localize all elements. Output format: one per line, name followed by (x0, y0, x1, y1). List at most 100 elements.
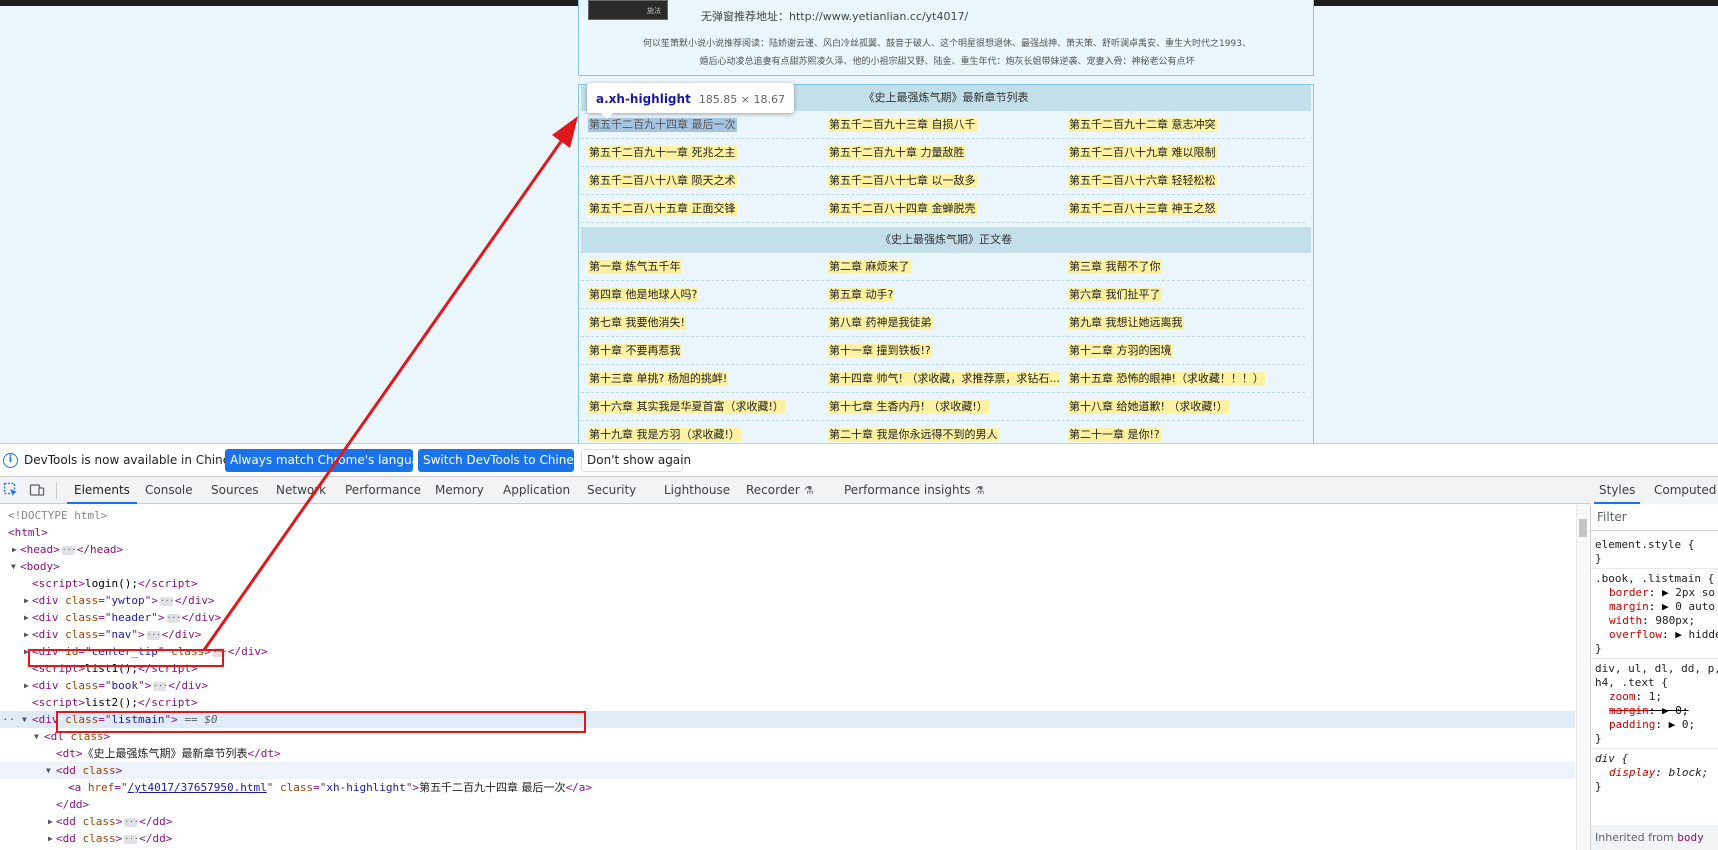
dom-line-dd-collapsed[interactable]: ▶ <dd class> ···</dd> (0, 830, 1575, 847)
chapter-link[interactable]: 第十七章 生香内丹! （求收藏!） (828, 400, 989, 414)
dom-line-html[interactable]: <html> (0, 524, 1575, 541)
switch-to-chinese-button[interactable]: Switch DevTools to Chinese (418, 449, 587, 472)
tab-application[interactable]: Application (503, 477, 570, 504)
tooltip-element-size: 185.85 × 18.67 (698, 93, 786, 106)
dom-line-dd-collapsed[interactable]: ▶ <dd class> ···</dd> (0, 813, 1575, 830)
chapter-link[interactable]: 第五千二百九十一章 死兆之主 (588, 146, 737, 160)
chapter-row: 第十六章 其实我是华夏首富（求收藏!） 第十七章 生香内丹! （求收藏!） 第十… (581, 393, 1305, 421)
chapter-link[interactable]: 第九章 我想让她远离我 (1068, 316, 1184, 330)
chapter-link[interactable]: 第三章 我帮不了你 (1068, 260, 1162, 274)
dom-line-div-header[interactable]: ▶ <div class="header"> ···</div> (0, 609, 1575, 626)
chapter-link[interactable]: 第五千二百八十五章 正面交锋 (588, 202, 737, 216)
style-rule-div-ua[interactable]: div { (1595, 752, 1628, 766)
collapsed-ellipsis-icon[interactable]: ··· (124, 817, 139, 827)
tab-memory[interactable]: Memory (435, 477, 484, 504)
expand-triangle-icon[interactable]: ▶ (48, 813, 53, 830)
dom-line-doctype[interactable]: <!DOCTYPE html> (0, 507, 1575, 524)
collapsed-ellipsis-icon[interactable]: ··· (166, 613, 181, 623)
tab-elements[interactable]: Elements (67, 477, 137, 504)
expand-triangle-icon[interactable]: ▶ (24, 626, 29, 643)
elements-scrollbar[interactable] (1576, 505, 1589, 850)
tab-performance[interactable]: Performance (345, 477, 421, 504)
chapter-link[interactable]: 第五千二百九十三章 自损八千 (828, 118, 977, 132)
chapter-link[interactable]: 第二十章 我是你永远得不到的男人 (828, 428, 999, 442)
always-match-language-button[interactable]: Always match Chrome's language (225, 449, 434, 472)
expand-triangle-icon[interactable]: ▶ (24, 609, 29, 626)
expand-triangle-icon[interactable]: ▶ (24, 677, 29, 694)
chapter-link[interactable]: 第五章 动手? (828, 288, 895, 302)
chapter-link[interactable]: 第五千二百八十三章 神王之怒 (1068, 202, 1217, 216)
chapter-row: 第一章 炼气五千年 第二章 麻烦来了 第三章 我帮不了你 (581, 253, 1305, 281)
chapter-link[interactable]: 第二十一章 是你!? (1068, 428, 1161, 442)
dom-line-dd-expanded[interactable]: ▼ <dd class> (0, 762, 1575, 779)
collapse-triangle-icon[interactable]: ▼ (11, 558, 16, 575)
dom-line-div-nav[interactable]: ▶ <div class="nav"> ···</div> (0, 626, 1575, 643)
chapter-link[interactable]: 第二章 麻烦来了 (828, 260, 911, 274)
style-rule-book-listmain[interactable]: .book, .listmain { (1595, 572, 1714, 586)
dom-line-div-book[interactable]: ▶ <div class="book"> ···</div> (0, 677, 1575, 694)
dom-line-div-ywtop[interactable]: ▶ <div class="ywtop"> ···</div> (0, 592, 1575, 609)
chapter-link[interactable]: 第十五章 恐怖的眼神!（求收藏！！！） (1068, 372, 1265, 386)
scrollbar-thumb[interactable] (1579, 519, 1587, 537)
collapse-triangle-icon[interactable]: ▼ (46, 762, 51, 779)
chapter-link[interactable]: 第十八章 给她道歉! （求收藏!） (1068, 400, 1229, 414)
collapsed-ellipsis-icon[interactable]: ··· (61, 545, 76, 555)
collapsed-ellipsis-icon[interactable]: ··· (153, 681, 168, 691)
dom-line-script-list2[interactable]: <script>list2();</script> (0, 694, 1575, 711)
collapsed-ellipsis-icon[interactable]: ··· (124, 834, 139, 844)
collapsed-ellipsis-icon[interactable]: ··· (146, 630, 161, 640)
chapter-link[interactable]: 第七章 我要他消失! (588, 316, 686, 330)
inspect-element-icon[interactable] (3, 482, 19, 498)
tab-recorder[interactable]: Recorder ⚗ (746, 477, 814, 504)
tab-security[interactable]: Security (587, 477, 636, 504)
expand-triangle-icon[interactable]: ▶ (12, 541, 17, 558)
tab-performance-insights[interactable]: Performance insights ⚗ (844, 477, 984, 504)
chapter-link[interactable]: 第六章 我们扯平了 (1068, 288, 1162, 302)
inherited-body-link[interactable]: body (1677, 831, 1704, 844)
tab-network[interactable]: Network (276, 477, 326, 504)
chapter-link[interactable]: 第十六章 其实我是华夏首富（求收藏!） (588, 400, 785, 414)
chapter-link[interactable]: 第八章 药神是我徒弟 (828, 316, 933, 330)
chapter-link[interactable]: 第五千二百八十六章 轻轻松松 (1068, 174, 1217, 188)
chapter-link[interactable]: 第五千二百九十二章 意志冲突 (1068, 118, 1217, 132)
collapsed-ellipsis-icon[interactable]: ··· (159, 596, 174, 606)
tab-console[interactable]: Console (145, 477, 193, 504)
chapter-link[interactable]: 第五千二百九十四章 最后一次 (588, 118, 737, 132)
dom-line-script-list1[interactable]: <script>list1();</script> (0, 660, 1575, 677)
collapse-triangle-icon[interactable]: ▼ (22, 711, 27, 728)
device-toolbar-icon[interactable] (29, 482, 45, 498)
dom-line-dd-close[interactable]: </dd> (0, 796, 1575, 813)
chapter-link[interactable]: 第十二章 方羽的困境 (1068, 344, 1173, 358)
chapter-link[interactable]: 第五千二百八十四章 金蝉脱壳 (828, 202, 977, 216)
chapter-link[interactable]: 第一章 炼气五千年 (588, 260, 682, 274)
chapter-link[interactable]: 第十四章 帅气! （求收藏，求推荐票，求钻石... (828, 372, 1060, 386)
chapter-link[interactable]: 第五千二百八十七章 以一敌多 (828, 174, 977, 188)
chapter-link[interactable]: 第五千二百八十九章 难以限制 (1068, 146, 1217, 160)
tab-sources[interactable]: Sources (211, 477, 258, 504)
more-actions-icon[interactable]: ·· (2, 711, 15, 728)
dom-line-div-center-tip[interactable]: ▶ <div id="center_tip" class> ···</div> (0, 643, 1575, 660)
style-rule-reset[interactable]: div, ul, dl, dd, p, (1595, 662, 1718, 676)
tab-lighthouse[interactable]: Lighthouse (664, 477, 730, 504)
styles-filter-input[interactable]: Filter (1591, 505, 1718, 531)
dom-line-body[interactable]: ▼ <body> (0, 558, 1575, 575)
collapse-triangle-icon[interactable]: ▼ (34, 728, 39, 745)
dom-line-anchor[interactable]: <a href="/yt4017/37657950.html" class="x… (0, 779, 1575, 796)
chapter-link[interactable]: 第十一章 撞到铁板!? (828, 344, 932, 358)
chapter-link[interactable]: 第十九章 我是方羽（求收藏!） (588, 428, 741, 442)
anchor-href-link[interactable]: /yt4017/37657950.html (128, 781, 267, 794)
dom-line-script-login[interactable]: <script>login();</script> (0, 575, 1575, 592)
chapter-link[interactable]: 第四章 他是地球人吗? (588, 288, 699, 302)
chapter-link[interactable]: 第十三章 单挑? 杨旭的挑衅! (588, 372, 729, 386)
chapter-link[interactable]: 第五千二百九十章 力量敌胜 (828, 146, 966, 160)
style-rule-element-style[interactable]: element.style { (1595, 538, 1694, 552)
expand-triangle-icon[interactable]: ▶ (48, 830, 53, 847)
expand-triangle-icon[interactable]: ▶ (24, 592, 29, 609)
dont-show-again-button[interactable]: Don't show again (581, 449, 691, 472)
chapter-link[interactable]: 第五千二百八十八章 陨天之术 (588, 174, 737, 188)
tab-styles[interactable]: Styles (1593, 477, 1641, 504)
dom-line-dt[interactable]: <dt>《史上最强炼气期》最新章节列表</dt> (0, 745, 1575, 762)
chapter-link[interactable]: 第十章 不要再惹我 (588, 344, 682, 358)
tab-computed[interactable]: Computed (1654, 477, 1716, 504)
dom-line-head[interactable]: ▶ <head> ···</head> (0, 541, 1575, 558)
